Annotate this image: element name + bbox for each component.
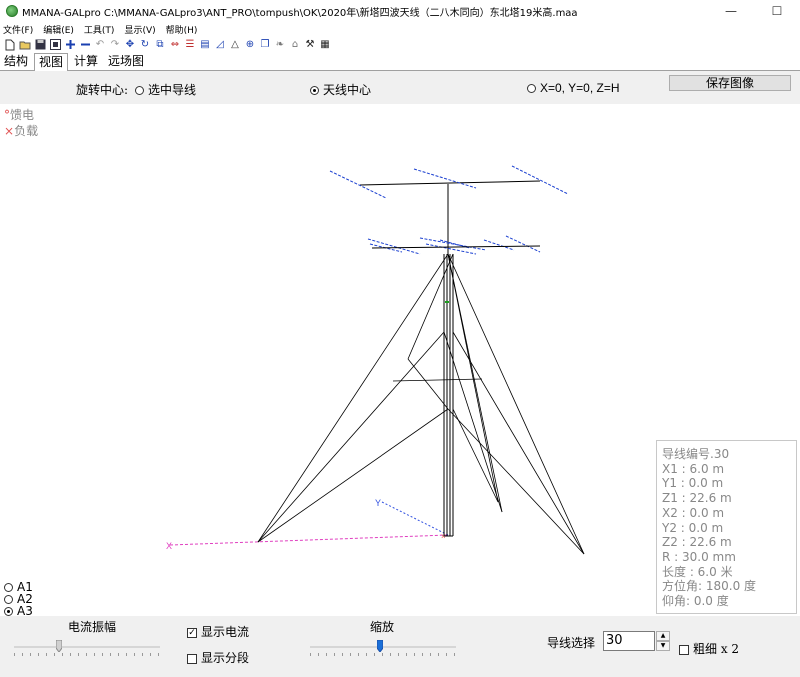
menu-edit[interactable]: 编辑(E)	[43, 23, 74, 36]
menu-bar: 文件(F) 编辑(E) 工具(T) 显示(V) 帮助(H)	[0, 22, 800, 36]
menu-view[interactable]: 显示(V)	[124, 23, 155, 36]
lower-yagi	[367, 235, 541, 255]
spin-up-icon[interactable]: ▲	[656, 631, 670, 641]
tab-calculate[interactable]: 计算	[70, 53, 102, 70]
leaf-icon[interactable]: ❧	[274, 38, 286, 51]
tab-structure[interactable]: 结构	[0, 53, 32, 70]
checkbox-icon	[679, 644, 689, 655]
checkbox-icon	[187, 653, 197, 664]
redo-icon[interactable]: ↷	[109, 38, 121, 51]
app-icon	[6, 5, 18, 17]
window-title: MMANA-GALpro C:\MMANA-GALpro3\ANT_PRO\to…	[22, 7, 578, 19]
radio-icon	[4, 583, 13, 592]
mast	[443, 254, 454, 537]
checkbox-checked-icon: ✓	[187, 627, 197, 638]
rotation-bar: 旋转中心: 选中导线 天线中心 X=0, Y=0, Z=H 保存图像	[0, 71, 800, 104]
wire-y1: Y1 : 0.0 m	[662, 476, 724, 491]
menu-file[interactable]: 文件(F)	[3, 23, 33, 36]
add-icon[interactable]	[64, 38, 76, 51]
y-axis-label: Y	[375, 498, 381, 508]
rotation-label: 旋转中心:	[76, 83, 129, 97]
wire-number: 导线编号.30	[662, 447, 730, 461]
saveas-icon[interactable]	[49, 38, 61, 51]
tab-bar: 结构 视图 计算 远场图	[0, 53, 800, 72]
maximize-button[interactable]: ☐	[754, 0, 800, 22]
slider-thumb[interactable]	[377, 640, 384, 652]
slider-thumb[interactable]	[56, 640, 62, 652]
home-icon[interactable]: ⌂	[289, 38, 301, 51]
current-amplitude-label: 电流振幅	[68, 620, 117, 634]
rotate-antenna-center-option[interactable]: 天线中心	[310, 81, 371, 98]
save-icon[interactable]	[34, 38, 46, 51]
rotate-origin-option[interactable]: X=0, Y=0, Z=H	[527, 81, 620, 95]
wire-radius: R : 30.0 mm	[662, 549, 736, 564]
calc-icon[interactable]: ▦	[319, 38, 331, 51]
minimize-button[interactable]: —	[708, 0, 754, 22]
rotate-selected-wire-option[interactable]: 选中导线	[135, 81, 196, 98]
copy-icon[interactable]: ⧉	[154, 38, 166, 51]
wire-azimuth: 方位角: 180.0 度	[662, 579, 757, 594]
tab-far-field[interactable]: 远场图	[104, 53, 148, 70]
title-bar: MMANA-GALpro C:\MMANA-GALpro3\ANT_PRO\to…	[0, 0, 800, 22]
save-image-button[interactable]: 保存图像	[669, 75, 791, 91]
option-label: X=0, Y=0, Z=H	[540, 81, 620, 95]
wire-x2: X2 : 0.0 m	[662, 505, 725, 520]
radio-selected-icon	[310, 86, 319, 95]
spin-down-icon[interactable]: ▼	[656, 641, 670, 651]
move-icon[interactable]: ✥	[124, 38, 136, 51]
remove-icon[interactable]	[79, 38, 91, 51]
show-segments-checkbox[interactable]: 显示分段	[187, 649, 249, 666]
wire-z1: Z1 : 22.6 m	[662, 491, 732, 506]
thickness-checkbox[interactable]: 粗细 x 2	[679, 640, 739, 657]
rotate-icon[interactable]: ↻	[139, 38, 151, 51]
ground-x-axis	[169, 534, 449, 546]
option-label: 天线中心	[323, 83, 372, 97]
undo-icon[interactable]: ↶	[94, 38, 106, 51]
upper-yagi	[329, 165, 569, 199]
radio-icon	[4, 595, 13, 604]
wire-select-input[interactable]: 30	[603, 631, 655, 651]
stretch-icon[interactable]: ⇔	[169, 38, 181, 51]
checkbox-label: 显示电流	[201, 625, 250, 639]
doc-icon[interactable]: ▤	[199, 38, 211, 51]
radio-icon	[135, 86, 144, 95]
bottom-controls: 电流振幅 ✓ 显示电流 显示分段 缩放 导线选择 30 ▲ ▼ 粗细 x 2	[0, 616, 800, 677]
radio-icon	[527, 84, 536, 94]
tools-icon[interactable]: ⚒	[304, 38, 316, 51]
triangle-icon[interactable]: △	[229, 38, 241, 51]
wire-y2: Y2 : 0.0 m	[662, 520, 724, 535]
tab-view[interactable]: 视图	[34, 53, 69, 72]
checkbox-label: 显示分段	[201, 651, 250, 665]
copy2-icon[interactable]: ❐	[259, 38, 271, 51]
open-icon[interactable]	[19, 38, 31, 51]
zoom-slider[interactable]	[310, 640, 456, 656]
checkbox-label: 粗细 x 2	[693, 642, 740, 656]
wire-icon[interactable]: ☰	[184, 38, 196, 51]
option-label: 选中导线	[148, 83, 197, 97]
antenna-view-canvas[interactable]: °馈电 ×负载 X Y × 导线编号.30 X1: 6.0 m Y1: 0.…	[0, 104, 800, 618]
wire-info-panel: 导线编号.30 X1 : 6.0 m Y1 : 0.0 m Z1 : 22.6 …	[656, 440, 797, 614]
radio-selected-icon	[4, 607, 13, 616]
target-icon[interactable]: ⊕	[244, 38, 256, 51]
toolbar: ↶ ↷ ✥ ↻ ⧉ ⇔ ☰ ▤ ◿ △ ⊕ ❐ ❧ ⌂ ⚒ ▦	[0, 36, 800, 53]
menu-tools[interactable]: 工具(T)	[84, 23, 115, 36]
wire-z2: Z2 : 22.6 m	[662, 535, 732, 550]
wire-elevation: 仰角: 0.0 度	[662, 594, 729, 609]
current-amplitude-slider[interactable]	[14, 640, 160, 656]
guy-wires	[257, 253, 585, 555]
wire-select-label: 导线选择	[547, 636, 596, 650]
zoom-label: 缩放	[370, 620, 395, 634]
menu-help[interactable]: 帮助(H)	[166, 23, 198, 36]
new-icon[interactable]	[4, 38, 16, 51]
ground-y-axis	[381, 501, 449, 536]
wire-x1: X1 : 6.0 m	[662, 461, 725, 476]
wire-length: 长度 : 6.0 米	[662, 564, 733, 579]
wire-select-spinner[interactable]: ▲ ▼	[656, 631, 670, 651]
x-axis-label: X	[166, 541, 172, 551]
show-current-checkbox[interactable]: ✓ 显示电流	[187, 623, 249, 640]
graph-icon[interactable]: ◿	[214, 38, 226, 51]
